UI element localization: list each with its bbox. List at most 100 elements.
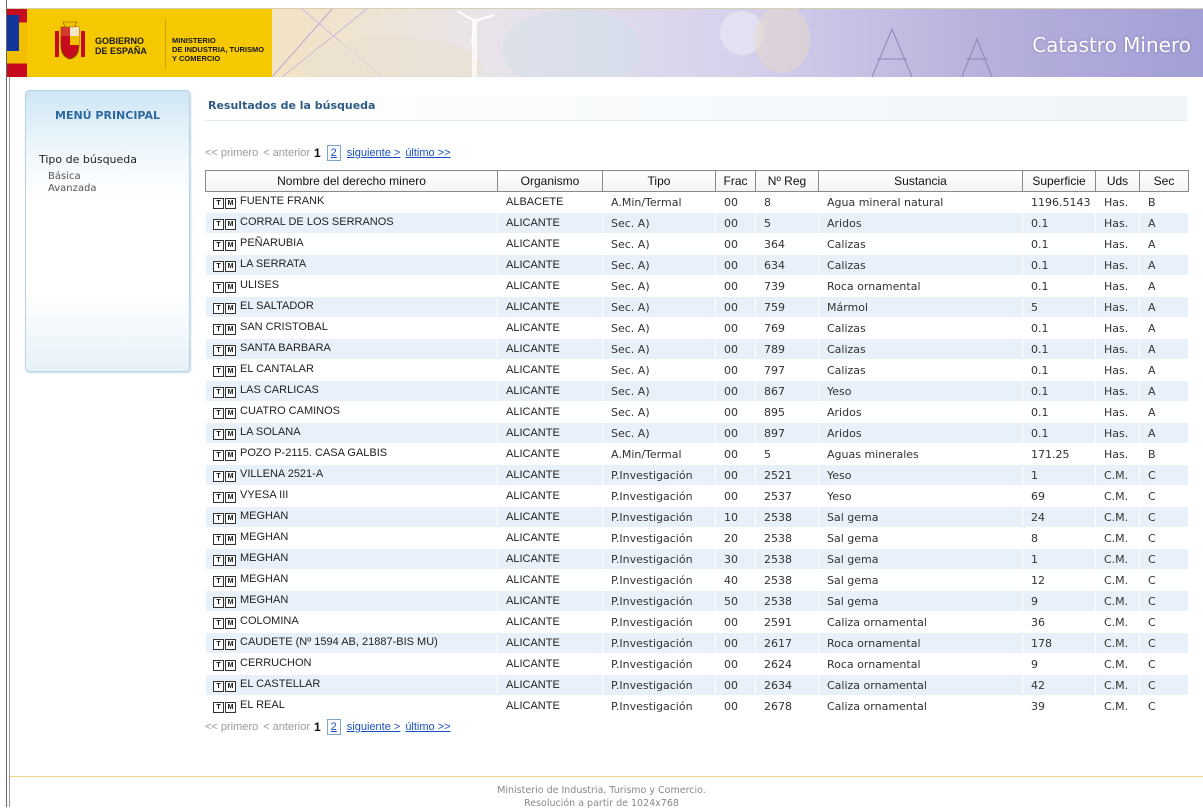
map-icon[interactable]: M xyxy=(225,198,236,209)
table-cell: C xyxy=(1139,611,1189,633)
map-icon[interactable]: M xyxy=(225,555,236,566)
ficha-tecnica-icon[interactable]: T xyxy=(213,513,224,524)
ficha-tecnica-icon[interactable]: T xyxy=(213,366,224,377)
table-cell: T M VYESA III xyxy=(205,485,498,507)
map-icon[interactable]: M xyxy=(225,219,236,230)
map-icon[interactable]: M xyxy=(225,702,236,713)
ficha-tecnica-icon[interactable]: T xyxy=(213,429,224,440)
map-icon[interactable]: M xyxy=(225,471,236,482)
table-row: T M FUENTE FRANK ALBACETE A.Min/Termal 00 8 Agu… xyxy=(205,191,1189,213)
ficha-tecnica-icon[interactable]: T xyxy=(213,576,224,587)
table-cell: T M LAS CARLICAS xyxy=(205,380,498,402)
pager-next[interactable]: siguiente > xyxy=(347,147,401,159)
ficha-tecnica-icon[interactable]: T xyxy=(213,681,224,692)
map-icon[interactable]: M xyxy=(225,597,236,608)
map-icon[interactable]: M xyxy=(225,387,236,398)
map-icon[interactable]: M xyxy=(225,513,236,524)
table-cell: C xyxy=(1139,506,1189,528)
column-header[interactable]: Uds xyxy=(1095,170,1140,192)
ficha-tecnica-icon[interactable]: T xyxy=(213,597,224,608)
ficha-tecnica-icon[interactable]: T xyxy=(213,240,224,251)
ficha-tecnica-icon[interactable]: T xyxy=(213,618,224,629)
ficha-tecnica-icon[interactable]: T xyxy=(213,408,224,419)
map-icon[interactable]: M xyxy=(225,282,236,293)
ficha-tecnica-icon[interactable]: T xyxy=(213,324,224,335)
map-icon[interactable]: M xyxy=(225,408,236,419)
ficha-tecnica-icon[interactable]: T xyxy=(213,198,224,209)
table-row: T M LAS CARLICAS ALICANTE Sec. A) 00 867 Yeso 0.… xyxy=(205,380,1189,402)
map-icon[interactable]: M xyxy=(225,492,236,503)
ficha-tecnica-icon[interactable]: T xyxy=(213,492,224,503)
map-icon[interactable]: M xyxy=(225,618,236,629)
map-icon[interactable]: M xyxy=(225,681,236,692)
map-icon[interactable]: M xyxy=(225,324,236,335)
column-header[interactable]: Sec xyxy=(1139,170,1189,192)
map-icon[interactable]: M xyxy=(225,660,236,671)
ficha-tecnica-icon[interactable]: T xyxy=(213,282,224,293)
ficha-tecnica-icon[interactable]: T xyxy=(213,534,224,545)
column-header[interactable]: Organismo xyxy=(497,170,603,192)
table-cell: C xyxy=(1139,548,1189,570)
table-cell: P.Investigación xyxy=(602,464,716,486)
ficha-tecnica-icon[interactable]: T xyxy=(213,555,224,566)
table-cell: A xyxy=(1139,212,1189,234)
map-icon[interactable]: M xyxy=(225,534,236,545)
table-cell: 867 xyxy=(755,380,819,402)
table-cell: T M VILLENA 2521-A xyxy=(205,464,498,486)
table-cell: 5 xyxy=(755,443,819,465)
column-header[interactable]: Sustancia xyxy=(818,170,1023,192)
map-icon[interactable]: M xyxy=(225,366,236,377)
table-cell: T M MEGHAN xyxy=(205,506,498,528)
map-icon[interactable]: M xyxy=(225,429,236,440)
ficha-tecnica-icon[interactable]: T xyxy=(213,450,224,461)
table-cell: 12 xyxy=(1022,569,1096,591)
table-cell: T M CAUDETE (Nº 1594 AB, 21887-BIS MU) xyxy=(205,632,498,654)
ficha-tecnica-icon[interactable]: T xyxy=(213,345,224,356)
column-header[interactable]: Nº Reg xyxy=(755,170,819,192)
pager-page-2[interactable]: 2 xyxy=(326,719,341,735)
pager-next[interactable]: siguiente > xyxy=(347,721,401,733)
table-cell: ALICANTE xyxy=(497,296,603,318)
map-icon[interactable]: M xyxy=(225,450,236,461)
table-cell: 00 xyxy=(715,191,756,213)
pager-last[interactable]: último >> xyxy=(405,147,450,159)
column-header[interactable]: Tipo xyxy=(602,170,716,192)
table-cell: 2591 xyxy=(755,611,819,633)
map-icon[interactable]: M xyxy=(225,303,236,314)
ficha-tecnica-icon[interactable]: T xyxy=(213,660,224,671)
table-cell: T M CERRUCHON xyxy=(205,653,498,675)
map-icon[interactable]: M xyxy=(225,261,236,272)
table-cell: 2538 xyxy=(755,506,819,528)
sidebar-item-avanzada[interactable]: Avanzada xyxy=(48,183,97,194)
table-cell: P.Investigación xyxy=(602,632,716,654)
ficha-tecnica-icon[interactable]: T xyxy=(213,387,224,398)
ficha-tecnica-icon[interactable]: T xyxy=(213,303,224,314)
ficha-tecnica-icon[interactable]: T xyxy=(213,471,224,482)
table-cell: ALICANTE xyxy=(497,590,603,612)
map-icon[interactable]: M xyxy=(225,576,236,587)
ficha-tecnica-icon[interactable]: T xyxy=(213,702,224,713)
map-icon[interactable]: M xyxy=(225,240,236,251)
pager-page-2[interactable]: 2 xyxy=(326,145,341,161)
table-cell: ALICANTE xyxy=(497,464,603,486)
table-cell: Sec. A) xyxy=(602,338,716,360)
map-icon[interactable]: M xyxy=(225,639,236,650)
table-cell: Sec. A) xyxy=(602,233,716,255)
derecho-name: PEÑARUBIA xyxy=(240,237,304,249)
table-cell: 0.1 xyxy=(1022,338,1096,360)
column-header[interactable]: Nombre del derecho minero xyxy=(205,170,498,192)
table-row: T M VYESA III ALICANTE P.Investigación 00 2537… xyxy=(205,485,1189,507)
column-header[interactable]: Frac xyxy=(715,170,756,192)
pager-last[interactable]: último >> xyxy=(405,721,450,733)
ficha-tecnica-icon[interactable]: T xyxy=(213,219,224,230)
map-icon[interactable]: M xyxy=(225,345,236,356)
table-row: T M LA SERRATA ALICANTE Sec. A) 00 634 Calizas 0… xyxy=(205,254,1189,276)
table-cell: T M EL CANTALAR xyxy=(205,359,498,381)
ficha-tecnica-icon[interactable]: T xyxy=(213,261,224,272)
column-header[interactable]: Superficie xyxy=(1022,170,1096,192)
table-cell: 24 xyxy=(1022,506,1096,528)
sidebar-item-basica[interactable]: Básica xyxy=(48,171,81,182)
header-decoration-image xyxy=(272,9,993,77)
ficha-tecnica-icon[interactable]: T xyxy=(213,639,224,650)
table-cell: T M PEÑARUBIA xyxy=(205,233,498,255)
